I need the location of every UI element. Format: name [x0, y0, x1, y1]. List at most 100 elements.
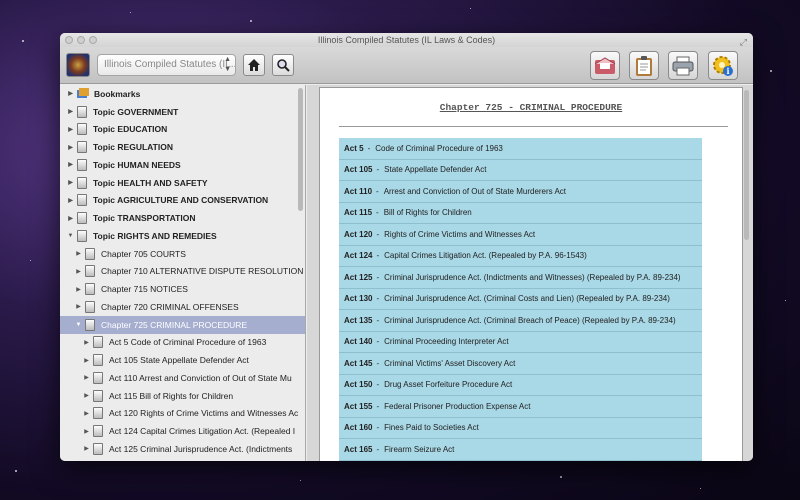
document-icon [85, 300, 95, 313]
sidebar-topic-rights-remedies[interactable]: ▼ Topic RIGHTS AND REMEDIES [60, 227, 305, 245]
disclosure-triangle-icon[interactable]: ▶ [66, 215, 75, 222]
act-link-row[interactable]: Act 160- Fines Paid to Societies Act [339, 418, 702, 439]
act-title: Criminal Jurisprudence Act. (Criminal Co… [384, 294, 670, 304]
sidebar-act-110[interactable]: ▶ Act 110 Arrest and Conviction of Out of… [60, 369, 305, 387]
act-separator: - [376, 208, 379, 218]
zoom-window-button[interactable] [89, 36, 97, 44]
sidebar-act-124[interactable]: ▶ Act 124 Capital Crimes Litigation Act. … [60, 422, 305, 440]
document-icon [77, 141, 87, 154]
disclosure-triangle-icon[interactable]: ▶ [66, 126, 75, 133]
sidebar-chapter-705[interactable]: ▶ Chapter 705 COURTS [60, 245, 305, 263]
act-link-row[interactable]: Act 120- Rights of Crime Victims and Witn… [339, 224, 702, 246]
act-link-row[interactable]: Act 115- Bill of Rights for Children [339, 203, 702, 224]
disclosure-triangle-icon[interactable]: ▶ [66, 144, 75, 151]
sidebar-topic-education[interactable]: ▶ Topic EDUCATION [60, 121, 305, 139]
act-link-row[interactable]: Act 124- Capital Crimes Litigation Act. (… [339, 246, 702, 267]
sidebar-topic-regulation[interactable]: ▶ Topic REGULATION [60, 138, 305, 156]
act-link-row[interactable]: Act 110- Arrest and Conviction of Out of … [339, 181, 702, 203]
sidebar-act-115[interactable]: ▶ Act 115 Bill of Rights for Children [60, 387, 305, 405]
sidebar-scrollbar[interactable] [298, 88, 303, 211]
sidebar-item-label: Act 105 State Appellate Defender Act [109, 355, 249, 366]
disclosure-triangle-icon[interactable]: ▶ [74, 286, 83, 293]
document-icon [77, 229, 87, 242]
svg-text:i: i [726, 66, 729, 76]
disclosure-triangle-icon[interactable]: ▶ [82, 339, 91, 346]
disclosure-triangle-icon[interactable]: ▶ [82, 357, 91, 364]
disclosure-triangle-icon[interactable]: ▶ [82, 428, 91, 435]
disclosure-triangle-icon[interactable]: ▼ [74, 322, 83, 328]
act-link-row[interactable]: Act 130- Criminal Jurisprudence Act. (Cri… [339, 289, 702, 310]
home-button[interactable] [243, 54, 265, 76]
document-pane: Chapter 725 - CRIMINAL PROCEDURE Act 5-C… [307, 85, 753, 461]
disclosure-triangle-icon[interactable]: ▶ [66, 197, 75, 204]
act-separator: - [376, 229, 380, 239]
act-number: Act 160 [344, 423, 373, 433]
act-link-row[interactable]: Act 135- Criminal Jurisprudence Act. (Cri… [339, 310, 702, 332]
search-button[interactable] [272, 54, 294, 76]
sidebar-chapter-710[interactable]: ▶ Chapter 710 ALTERNATIVE DISPUTE RESOLUT… [60, 263, 305, 281]
disclosure-triangle-icon[interactable]: ▶ [66, 90, 75, 97]
act-link-row[interactable]: Act 105- State Appellate Defender Act [339, 160, 702, 181]
act-link-row[interactable]: Act 5- Code of Criminal Procedure of 1963 [339, 138, 702, 160]
sidebar-chapter-715[interactable]: ▶ Chapter 715 NOTICES [60, 280, 305, 298]
disclosure-triangle-icon[interactable]: ▶ [74, 250, 83, 257]
minimize-window-button[interactable] [77, 36, 85, 44]
act-title: Criminal Jurisprudence Act. (Indictments… [384, 272, 681, 282]
sidebar-chapter-725[interactable]: ▼ Chapter 725 CRIMINAL PROCEDURE [60, 315, 305, 334]
disclosure-triangle-icon[interactable]: ▶ [74, 268, 83, 275]
act-number: Act 115 [344, 208, 373, 218]
act-link-row[interactable]: Act 125- Criminal Jurisprudence Act. (Ind… [339, 267, 702, 289]
mail-button[interactable] [590, 51, 620, 80]
act-link-row[interactable]: Act 165- Firearm Seizure Act [339, 439, 702, 461]
disclosure-triangle-icon[interactable]: ▶ [66, 161, 75, 168]
sidebar-topic-transportation[interactable]: ▶ Topic TRANSPORTATION [60, 209, 305, 227]
disclosure-triangle-icon[interactable]: ▶ [82, 445, 91, 452]
disclosure-triangle-icon[interactable]: ▶ [82, 410, 91, 417]
sidebar-topic-government[interactable]: ▶ Topic GOVERNMENT [60, 103, 305, 121]
sidebar-item-label: Chapter 720 CRIMINAL OFFENSES [101, 301, 239, 312]
act-separator: - [376, 380, 380, 390]
act-separator: - [376, 423, 380, 433]
document-icon [93, 371, 103, 384]
act-link-row[interactable]: Act 155- Federal Prisoner Production Expe… [339, 396, 702, 418]
sidebar-topic-agriculture[interactable]: ▶ Topic AGRICULTURE AND CONSERVATION [60, 192, 305, 210]
act-number: Act 145 [344, 358, 373, 368]
window-controls [65, 36, 97, 44]
close-window-button[interactable] [65, 36, 73, 44]
clipboard-button[interactable] [629, 51, 659, 80]
disclosure-triangle-icon[interactable]: ▶ [66, 179, 75, 186]
sidebar-act-125[interactable]: ▶ Act 125 Criminal Jurisprudence Act. (In… [60, 440, 305, 458]
disclosure-triangle-icon[interactable]: ▶ [66, 108, 75, 115]
document-icon [77, 176, 87, 189]
statute-select[interactable]: Illinois Compiled Statutes (IL... ▲ ▼ [97, 54, 236, 76]
act-link-row[interactable]: Act 145- Criminal Victims' Asset Discover… [339, 353, 702, 375]
illinois-seal-icon[interactable] [66, 53, 90, 77]
sidebar-act-105[interactable]: ▶ Act 105 State Appellate Defender Act [60, 351, 305, 369]
disclosure-triangle-icon[interactable]: ▶ [82, 374, 91, 381]
act-title: Fines Paid to Societies Act [384, 423, 479, 433]
act-title: Criminal Victims' Asset Discovery Act [384, 358, 516, 368]
sidebar-item-label: Act 110 Arrest and Conviction of Out of … [109, 372, 292, 383]
disclosure-triangle-icon[interactable]: ▶ [74, 303, 83, 310]
settings-button[interactable]: i [708, 51, 738, 80]
document-scrollbar[interactable] [744, 90, 749, 240]
title-bar[interactable]: Illinois Compiled Statutes (IL Laws & Co… [60, 33, 753, 47]
sidebar-topic-health-safety[interactable]: ▶ Topic HEALTH AND SAFETY [60, 174, 305, 192]
act-link-row[interactable]: Act 140- Criminal Proceeding Interpreter … [339, 332, 702, 353]
act-separator: - [376, 444, 380, 454]
disclosure-triangle-icon[interactable]: ▼ [66, 233, 75, 239]
print-button[interactable] [668, 51, 698, 80]
sidebar-item-label: Act 124 Capital Crimes Litigation Act. (… [109, 426, 296, 437]
sidebar-tree[interactable]: ▶ Bookmarks ▶ Topic GOVERNMENT ▶ Topic EDU… [60, 85, 306, 461]
act-link-row[interactable]: Act 150- Drug Asset Forfeiture Procedure … [339, 375, 702, 396]
act-separator: - [376, 186, 379, 196]
sidebar-chapter-720[interactable]: ▶ Chapter 720 CRIMINAL OFFENSES [60, 298, 305, 316]
act-separator: - [376, 401, 380, 411]
disclosure-triangle-icon[interactable]: ▶ [82, 392, 91, 399]
sidebar-item-bookmarks[interactable]: ▶ Bookmarks [60, 85, 305, 103]
sidebar-act-120[interactable]: ▶ Act 120 Rights of Crime Victims and Wit… [60, 405, 305, 423]
act-number: Act 110 [344, 186, 373, 196]
sidebar-act-5[interactable]: ▶ Act 5 Code of Criminal Procedure of 196… [60, 334, 305, 352]
document-icon [77, 105, 87, 118]
sidebar-topic-human-needs[interactable]: ▶ Topic HUMAN NEEDS [60, 156, 305, 174]
